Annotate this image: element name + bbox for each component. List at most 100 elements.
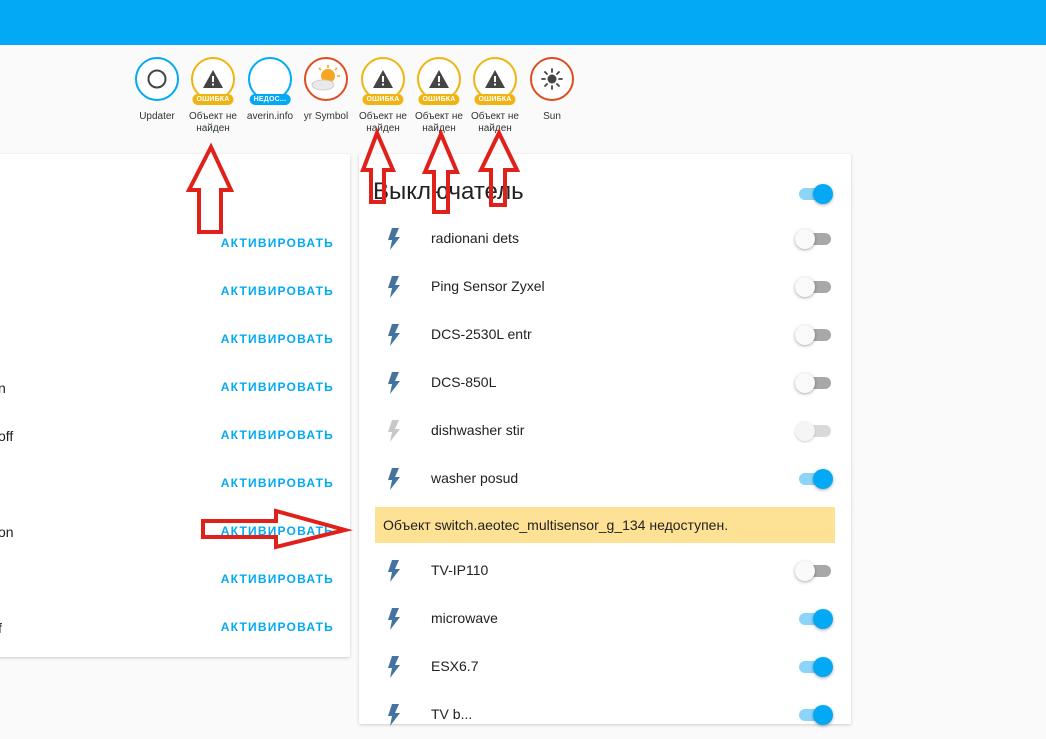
warning-icon [429, 70, 449, 88]
switch-row: radionani dets [359, 215, 851, 263]
warning-icon [485, 70, 505, 88]
switch-row: DCS-850L [359, 359, 851, 407]
scene-row: n АКТИВИРОВАТЬ [0, 366, 350, 414]
switch-name: TV-IP110 [431, 562, 489, 578]
switch-name: microwave [431, 610, 498, 626]
switch-row: dishwasher stir [359, 407, 851, 455]
badge-name: yr Symbol [303, 111, 349, 122]
warning-icon [373, 70, 393, 88]
scene-name: off [0, 428, 14, 444]
scene-row: АКТИВИРОВАТЬ [0, 270, 350, 318]
switch-toggle[interactable] [795, 560, 833, 582]
flash-icon [388, 656, 400, 678]
badge-ring [304, 57, 348, 101]
switch-toggle[interactable] [797, 608, 833, 630]
toggle-knob [795, 373, 815, 393]
badge-name: averin.info [246, 111, 294, 122]
badge-ring [135, 57, 179, 101]
scene-row: on АКТИВИРОВАТЬ [0, 510, 350, 558]
switch-row: washer posud [359, 455, 851, 503]
warning-icon [203, 70, 223, 88]
scene-name: n [0, 380, 6, 396]
switch-toggle[interactable] [795, 276, 833, 298]
badge-ring: ОШИБКА [473, 57, 517, 105]
sun-icon [541, 68, 563, 90]
error-pill: ОШИБКА [474, 94, 516, 105]
activate-button[interactable]: АКТИВИРОВАТЬ [221, 332, 334, 346]
scene-name: on [0, 524, 14, 540]
scene-row: АКТИВИРОВАТЬ [0, 222, 350, 270]
switch-name: washer posud [431, 470, 519, 486]
app-toolbar [0, 0, 1046, 45]
switch-toggle[interactable] [795, 228, 833, 250]
activate-button[interactable]: АКТИВИРОВАТЬ [221, 572, 334, 586]
badge-ring: ОШИБКА [191, 57, 235, 105]
badge-sun[interactable]: Sun [522, 57, 582, 123]
activate-button[interactable]: АКТИВИРОВАТЬ [221, 476, 334, 490]
unavailable-pill: НЕДОС... [249, 94, 291, 105]
badge-error[interactable]: ОШИБКА Объект не найден [465, 57, 525, 135]
activate-button[interactable]: АКТИВИРОВАТЬ [221, 380, 334, 394]
activate-button[interactable]: АКТИВИРОВАТЬ [221, 284, 334, 298]
toggle-knob [813, 705, 833, 725]
badge-error[interactable]: ОШИБКА Объект не найден [183, 57, 243, 135]
badge-ring [530, 57, 574, 101]
error-pill: ОШИБКА [362, 94, 404, 105]
switches-card: Выключатель radionani dets Ping Sensor Z… [359, 154, 851, 726]
scene-row: off АКТИВИРОВАТЬ [0, 414, 350, 462]
badge-ring: НЕДОС... [248, 57, 292, 105]
flash-icon [388, 468, 400, 490]
flash-icon [388, 560, 400, 582]
scene-row: АКТИВИРОВАТЬ [0, 462, 350, 510]
switch-toggle[interactable] [795, 420, 833, 442]
switch-toggle[interactable] [795, 324, 833, 346]
badge-name: Объект не найден [471, 111, 519, 134]
activate-button[interactable]: АКТИВИРОВАТЬ [221, 236, 334, 250]
badge-name: Объект не найден [189, 111, 237, 134]
weather-sun-cloud-icon [311, 65, 340, 91]
toggle-knob [795, 421, 815, 441]
badge-name: Sun [543, 111, 561, 122]
switch-name: dishwasher stir [431, 422, 525, 438]
card-title: Выключатель [373, 178, 524, 205]
flash-icon [388, 276, 400, 298]
badge-error[interactable]: ОШИБКА Объект не найден [353, 57, 413, 135]
switch-toggle[interactable] [797, 704, 833, 726]
flash-icon [388, 228, 400, 250]
badge-error[interactable]: ОШИБКА Объект не найден [409, 57, 469, 135]
switch-name: DCS-850L [431, 374, 497, 390]
switch-toggle[interactable] [797, 468, 833, 490]
toggle-knob [813, 469, 833, 489]
switch-row: ESX6.7 [359, 643, 851, 691]
scene-row: АКТИВИРОВАТЬ [0, 558, 350, 606]
switch-name: DCS-2530L entr [431, 326, 532, 342]
toggle-knob [813, 184, 833, 204]
badge-ring: ОШИБКА [417, 57, 461, 105]
switch-toggle[interactable] [797, 656, 833, 678]
activate-button[interactable]: АКТИВИРОВАТЬ [221, 620, 334, 634]
circle-icon [147, 69, 167, 89]
switch-row: microwave [359, 595, 851, 643]
badge-yr-symbol[interactable]: yr Symbol [296, 57, 356, 123]
activate-button[interactable]: АКТИВИРОВАТЬ [221, 428, 334, 442]
switch-row: DCS-2530L entr [359, 311, 851, 359]
switch-toggle[interactable] [795, 372, 833, 394]
badge-updater[interactable]: Updater [127, 57, 187, 123]
switch-name: ESX6.7 [431, 658, 479, 674]
scene-row: АКТИВИРОВАТЬ [0, 318, 350, 366]
flash-icon [388, 704, 400, 726]
scene-row: f АКТИВИРОВАТЬ [0, 606, 350, 654]
master-toggle[interactable] [797, 183, 833, 205]
badges-bar: Updater ОШИБКА Объект не найден НЕДОС...… [0, 57, 1046, 147]
toggle-knob [813, 609, 833, 629]
toggle-knob [795, 325, 815, 345]
flash-icon [388, 608, 400, 630]
toggle-knob [813, 657, 833, 677]
switch-row: Ping Sensor Zyxel [359, 263, 851, 311]
activate-button[interactable]: АКТИВИРОВАТЬ [221, 524, 334, 538]
switch-row: TV-IP110 [359, 547, 851, 595]
badge-name: Объект не найден [415, 111, 463, 134]
badge-averin-info[interactable]: НЕДОС... averin.info [240, 57, 300, 123]
badge-name: Объект не найден [359, 111, 407, 134]
flash-icon [388, 372, 400, 394]
